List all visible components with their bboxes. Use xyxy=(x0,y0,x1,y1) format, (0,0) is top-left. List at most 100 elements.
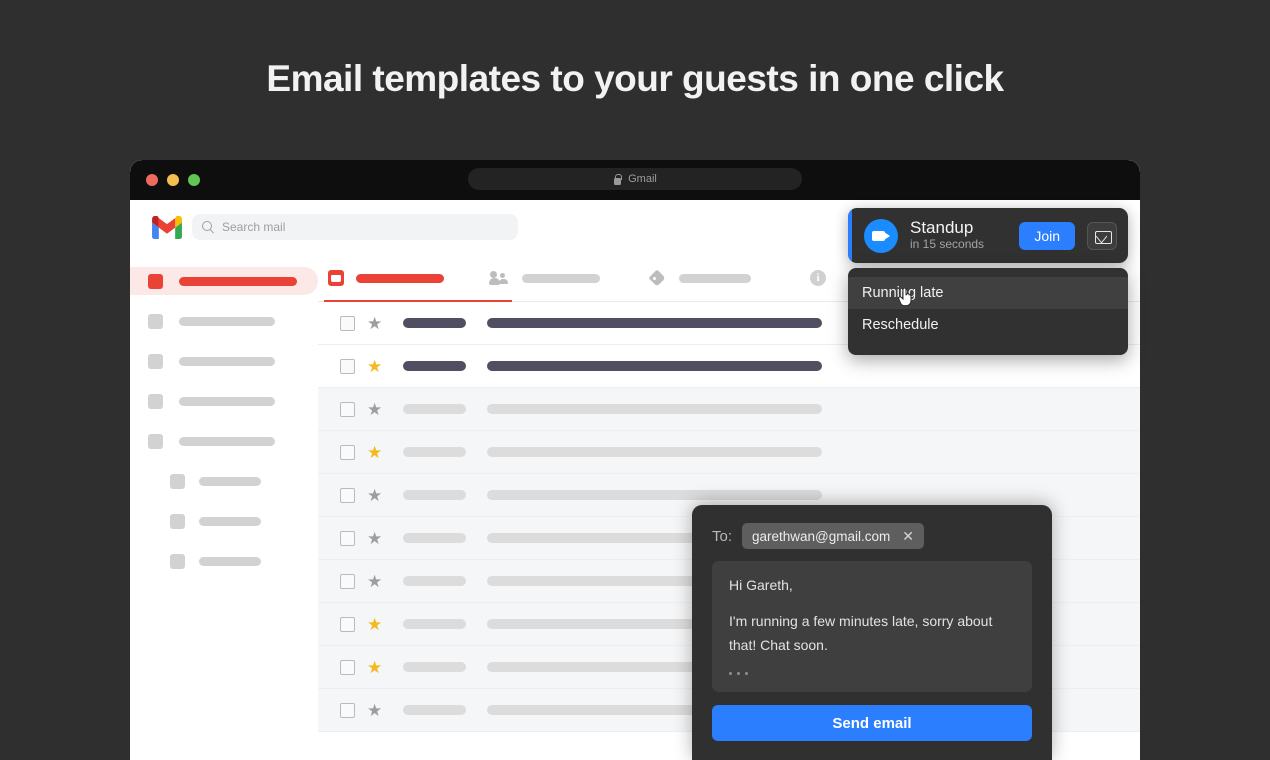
tab-0[interactable] xyxy=(324,255,512,303)
video-camera-icon xyxy=(864,218,898,253)
address-bar-text: Gmail xyxy=(628,173,657,185)
tab-1[interactable] xyxy=(489,255,600,302)
sidebar-item-label xyxy=(179,396,275,406)
star-icon[interactable]: ★ xyxy=(367,573,382,590)
meeting-notification[interactable]: Standup in 15 seconds Join xyxy=(848,208,1128,263)
minimize-window-button[interactable] xyxy=(167,174,179,186)
sidebar-item-icon xyxy=(148,393,163,409)
send-email-button[interactable]: Send email xyxy=(712,705,1032,741)
sidebar-item-icon xyxy=(170,513,185,529)
compose-email-panel: To: garethwan@gmail.com ✕ Hi Gareth, I'm… xyxy=(692,505,1052,760)
tab-label xyxy=(679,273,751,283)
window-controls xyxy=(146,174,200,186)
tag-icon xyxy=(650,271,667,286)
row-sender xyxy=(403,318,467,328)
sidebar xyxy=(130,255,318,760)
star-icon[interactable]: ★ xyxy=(367,530,382,547)
tab-label xyxy=(356,273,444,283)
star-icon[interactable]: ★ xyxy=(367,702,382,719)
star-icon[interactable]: ★ xyxy=(367,444,382,461)
table-row[interactable]: ★ xyxy=(318,388,1140,431)
join-button[interactable]: Join xyxy=(1019,221,1075,250)
sidebar-item-7[interactable] xyxy=(130,547,318,575)
star-icon[interactable]: ★ xyxy=(367,401,382,418)
row-sender xyxy=(403,533,467,543)
search-icon xyxy=(202,221,214,233)
row-checkbox[interactable] xyxy=(340,315,355,331)
browser-titlebar: Gmail xyxy=(130,160,1140,200)
dropdown-item-0[interactable]: Running late xyxy=(848,277,1128,309)
row-sender xyxy=(403,662,467,672)
remove-recipient-icon[interactable]: ✕ xyxy=(902,529,914,543)
row-sender xyxy=(403,447,467,457)
search-input[interactable]: Search mail xyxy=(192,214,518,240)
sidebar-item-label xyxy=(179,276,297,286)
envelope-icon[interactable] xyxy=(1087,221,1117,250)
sidebar-item-3[interactable] xyxy=(130,387,318,415)
row-checkbox[interactable] xyxy=(340,487,355,503)
sidebar-item-label xyxy=(199,556,261,566)
sidebar-item-icon xyxy=(148,353,163,369)
star-icon[interactable]: ★ xyxy=(367,616,382,633)
table-row[interactable]: ★ xyxy=(318,431,1140,474)
row-subject xyxy=(487,318,823,328)
maximize-window-button[interactable] xyxy=(188,174,200,186)
email-body-text: I'm running a few minutes late, sorry ab… xyxy=(729,612,993,654)
sidebar-item-2[interactable] xyxy=(130,347,318,375)
row-sender xyxy=(403,705,467,715)
star-icon[interactable]: ★ xyxy=(367,315,382,332)
row-checkbox[interactable] xyxy=(340,358,355,374)
row-checkbox[interactable] xyxy=(340,401,355,417)
sidebar-item-0[interactable] xyxy=(130,267,318,295)
recipient-chip[interactable]: garethwan@gmail.com ✕ xyxy=(742,523,925,549)
row-sender xyxy=(403,619,467,629)
meeting-countdown: in 15 seconds xyxy=(910,237,985,252)
info-icon: i xyxy=(810,270,826,286)
gmail-logo-icon[interactable] xyxy=(152,215,182,239)
sidebar-item-label xyxy=(199,476,261,486)
sidebar-item-icon xyxy=(148,273,163,289)
sidebar-item-6[interactable] xyxy=(130,507,318,535)
row-subject xyxy=(487,447,823,457)
to-label: To: xyxy=(712,527,733,545)
sidebar-item-icon xyxy=(148,433,163,449)
search-placeholder: Search mail xyxy=(222,220,286,234)
star-icon[interactable]: ★ xyxy=(367,358,382,375)
sidebar-item-label xyxy=(179,356,275,366)
star-icon[interactable]: ★ xyxy=(367,487,382,504)
sidebar-item-icon xyxy=(148,313,163,329)
row-sender xyxy=(403,404,467,414)
meeting-actions-dropdown: Running late Reschedule xyxy=(848,268,1128,355)
dropdown-item-1[interactable]: Reschedule xyxy=(848,309,1128,341)
row-sender xyxy=(403,490,467,500)
row-sender xyxy=(403,576,467,586)
row-checkbox[interactable] xyxy=(340,659,355,675)
star-icon[interactable]: ★ xyxy=(367,659,382,676)
close-window-button[interactable] xyxy=(146,174,158,186)
tab-2[interactable] xyxy=(650,255,751,302)
row-checkbox[interactable] xyxy=(340,444,355,460)
sidebar-item-5[interactable] xyxy=(130,467,318,495)
sidebar-item-1[interactable] xyxy=(130,307,318,335)
lock-icon xyxy=(613,174,622,185)
to-row: To: garethwan@gmail.com ✕ xyxy=(712,523,1032,549)
meeting-title: Standup xyxy=(910,217,974,237)
sidebar-item-icon xyxy=(170,553,185,569)
email-greeting: Hi Gareth, xyxy=(729,577,793,593)
row-subject xyxy=(487,490,823,500)
sidebar-item-4[interactable] xyxy=(130,427,318,455)
tab-label xyxy=(522,273,600,283)
body-ellipsis-icon xyxy=(729,671,1015,675)
sidebar-item-label xyxy=(179,436,275,446)
address-bar[interactable]: Gmail xyxy=(468,168,802,190)
email-body-field[interactable]: Hi Gareth, I'm running a few minutes lat… xyxy=(712,561,1032,692)
tab-3[interactable]: i xyxy=(810,255,826,302)
row-checkbox[interactable] xyxy=(340,573,355,589)
row-subject xyxy=(487,404,823,414)
row-checkbox[interactable] xyxy=(340,616,355,632)
row-checkbox[interactable] xyxy=(340,702,355,718)
inbox-icon xyxy=(328,270,344,286)
row-sender xyxy=(403,361,467,371)
row-checkbox[interactable] xyxy=(340,530,355,546)
sidebar-item-label xyxy=(179,316,275,326)
